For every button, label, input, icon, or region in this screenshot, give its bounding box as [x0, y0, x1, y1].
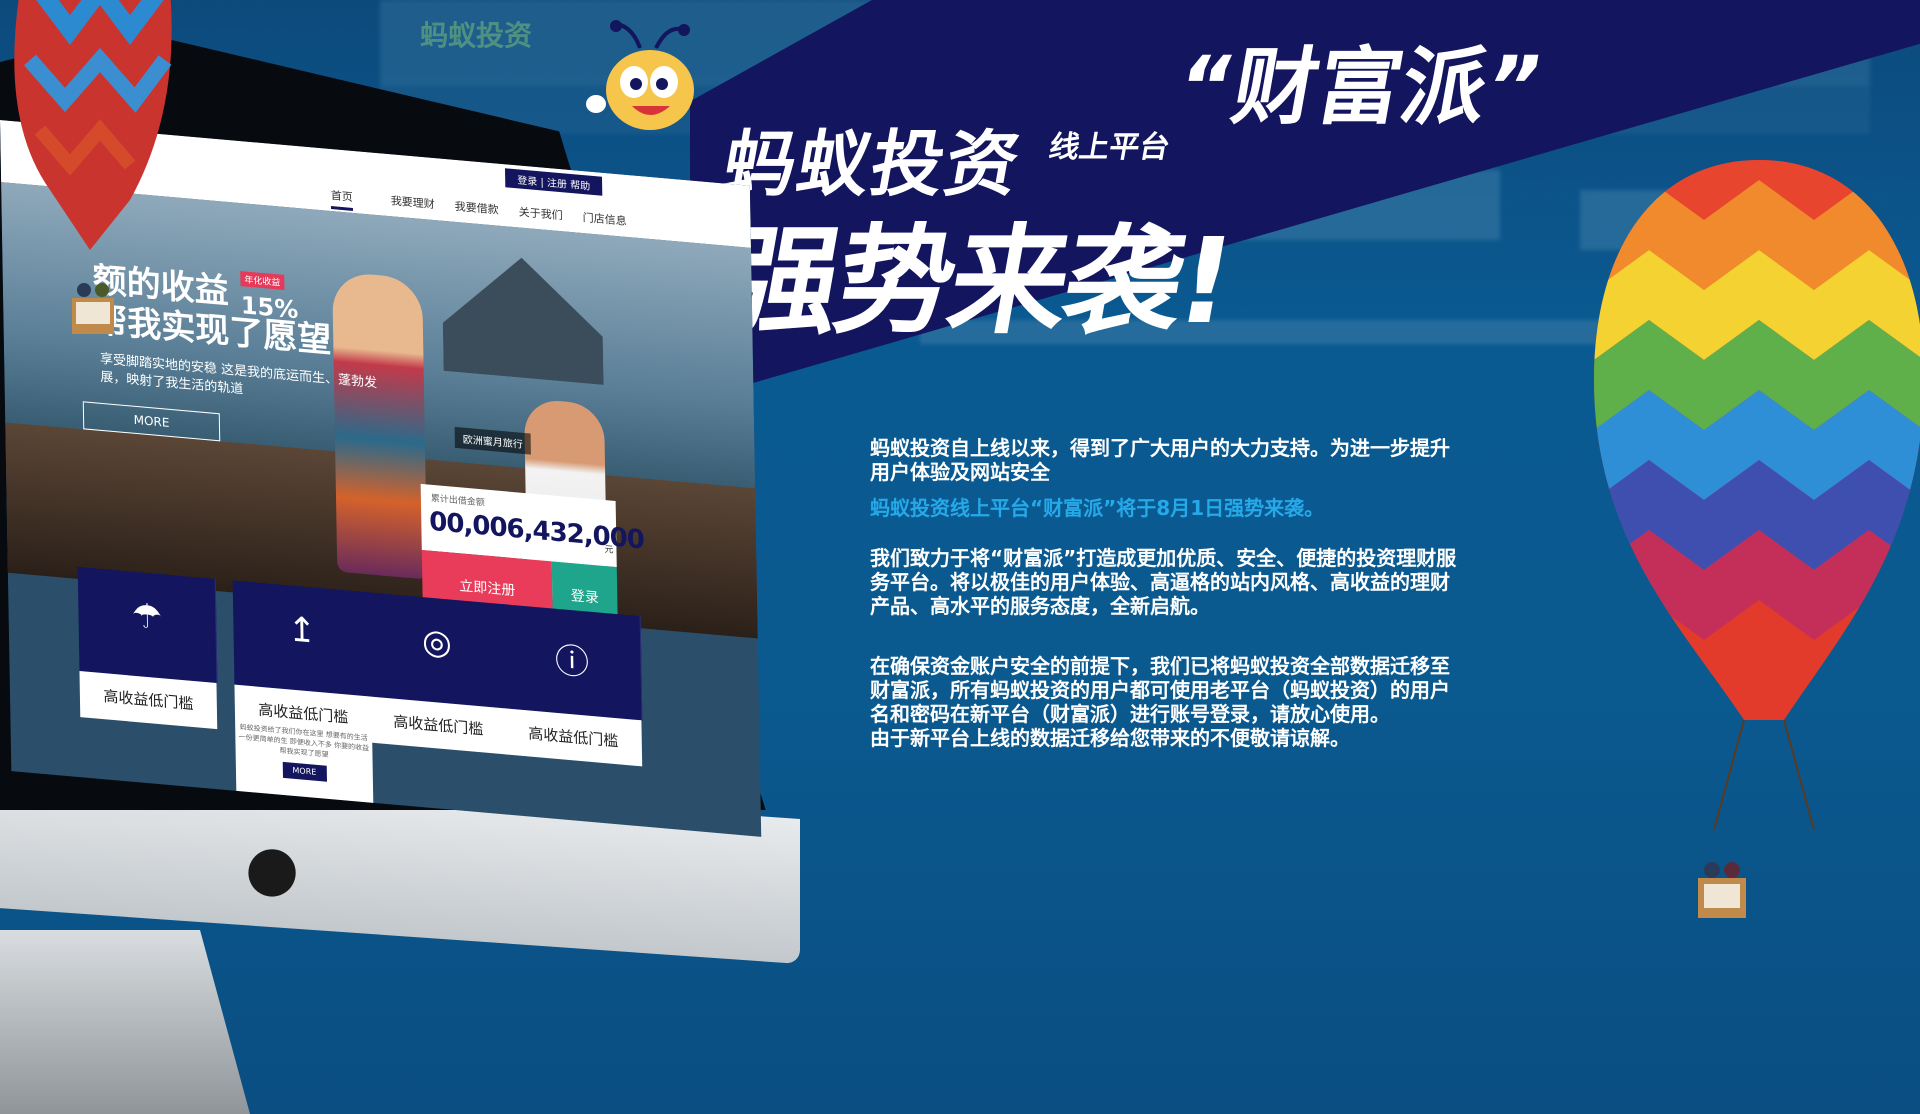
umbrella-icon: ☂ — [131, 595, 163, 639]
info-icon: ⓘ — [554, 640, 590, 684]
nav-item-borrow[interactable]: 我要借款 — [455, 198, 499, 218]
imac-stand — [0, 930, 250, 1114]
globe-icon: ◎ — [421, 621, 453, 664]
hero-photo-tag: 欧洲蜜月旅行 — [454, 426, 531, 455]
banner-title-brand: “财富派” — [1170, 38, 1550, 136]
banner-title-second: 强势来袭! — [710, 212, 1242, 350]
ant-mascot-icon — [586, 20, 694, 130]
feature-tile[interactable]: ◎ — [367, 592, 508, 709]
hot-air-balloon-icon — [1594, 160, 1920, 830]
hero-rate: 15% — [240, 291, 299, 325]
hero-woman — [332, 271, 428, 580]
site-top-info[interactable]: 登录 | 注册 帮助 — [505, 168, 603, 196]
chart-icon: ↥ — [287, 609, 317, 652]
background-logo: 蚂蚁投资 — [420, 19, 533, 52]
nav-item-home[interactable]: 首页 — [330, 186, 353, 211]
announcement-paragraph: 蚂蚁投资自上线以来，得到了广大用户的大力支持。为进一步提升用户体验及网站安全 — [870, 436, 1450, 484]
feature-more-button[interactable]: MORE — [282, 761, 327, 782]
feature-tile[interactable]: ⓘ — [502, 604, 643, 721]
banner-title-sub: 线上平台 — [1046, 130, 1173, 165]
nav-item-stores[interactable]: 门店信息 — [583, 209, 627, 229]
announcement-paragraph: 在确保资金账户安全的前提下，我们已将蚂蚁投资全部数据迁移至财富派，所有蚂蚁投资的… — [870, 654, 1450, 726]
balloon-basket-icon — [1698, 862, 1746, 918]
announcement-text: 蚂蚁投资自上线以来，得到了广大用户的大力支持。为进一步提升用户体验及网站安全 蚂… — [870, 436, 1462, 762]
announcement-paragraph: 我们致力于将“财富派”打造成更加优质、安全、便捷的投资理财服务平台。将以极佳的用… — [870, 546, 1457, 618]
feature-tile[interactable]: ↥ — [232, 580, 373, 697]
announcement-paragraph: 由于新平台上线的数据迁移给您带来的不便敬请谅解。 — [870, 726, 1350, 750]
announcement-highlight: 蚂蚁投资线上平台“财富派”将于8月1日强势来袭。 — [870, 496, 1325, 520]
apple-logo-icon: ● — [244, 831, 300, 904]
hero-hut — [422, 249, 624, 387]
counter-label: 累计出借金额 — [430, 493, 485, 509]
feature-tile[interactable]: ☂ — [77, 566, 218, 684]
nav-item-invest[interactable]: 我要理财 — [391, 192, 435, 212]
hot-air-balloon-icon — [14, 0, 172, 250]
balloon-basket-icon — [72, 283, 114, 334]
nav-item-about[interactable]: 关于我们 — [519, 203, 563, 223]
counter-unit: 元 — [604, 545, 614, 556]
